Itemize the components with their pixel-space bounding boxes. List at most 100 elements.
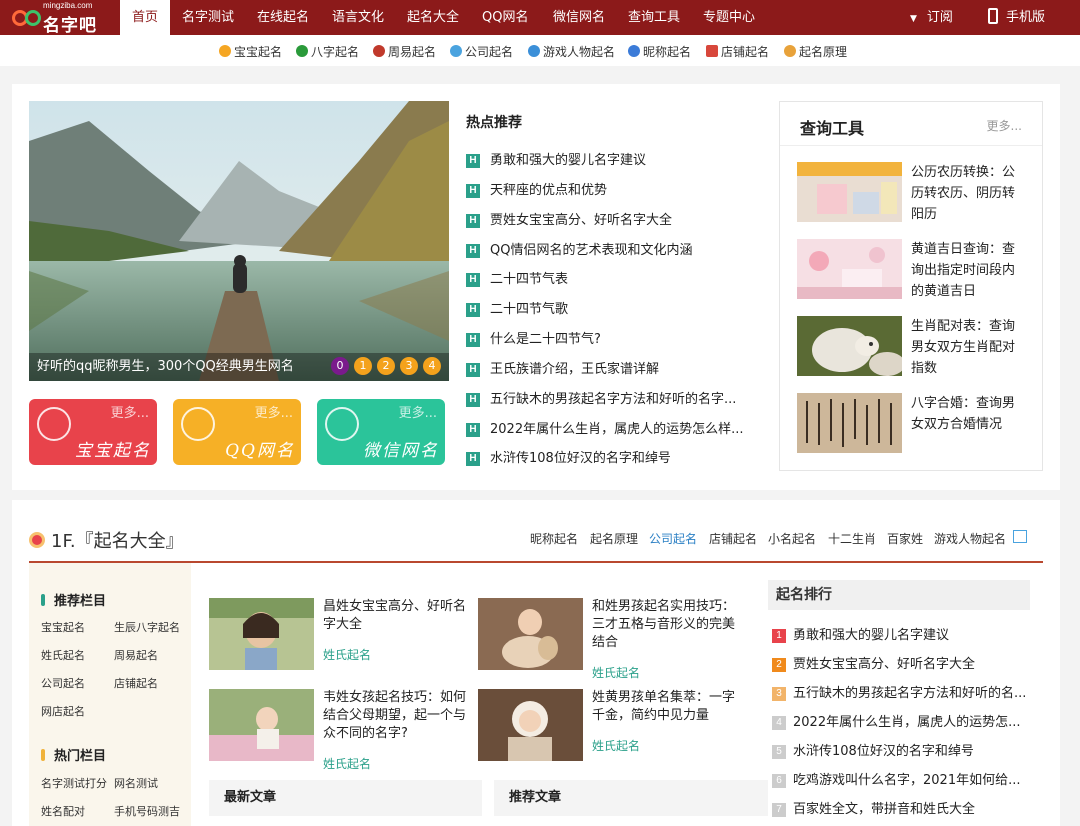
link-zhouyi-naming[interactable]: 周易起名 — [114, 647, 158, 663]
tool-item-bazi-marriage[interactable]: 八字合婚：查询男女双方合婚情况 — [797, 393, 1037, 459]
tab-naming-principles[interactable]: 起名原理 — [590, 530, 638, 547]
recommended-articles-header[interactable]: 推荐文章 — [494, 780, 768, 816]
article-tag[interactable]: 姓氏起名 — [592, 664, 640, 681]
tool-item-calendar-convert[interactable]: 公历农历转换：公历转农历、阴历转阳历 — [797, 162, 1037, 228]
link-nickname-test[interactable]: 网名测试 — [114, 775, 158, 791]
rank-text: 2022年属什么生肖，属虎人的运势怎... — [793, 715, 1021, 730]
tile-wechat-names[interactable]: 更多... 微信网名 — [317, 399, 445, 465]
ranking-item[interactable]: 1 勇敢和强大的婴儿名字建议 — [772, 624, 1034, 643]
slider-dot-2[interactable]: 2 — [377, 357, 395, 375]
hot-item[interactable]: H 2022年属什么生肖，属虎人的运势怎么样... — [466, 420, 756, 440]
subnav-item-company-naming[interactable]: 公司起名 — [450, 43, 513, 60]
nav-item-naming-collection[interactable]: 起名大全 — [407, 0, 459, 35]
subnav-label: 八字起名 — [311, 45, 360, 59]
ranking-item[interactable]: 6 吃鸡游戏叫什么名字，2021年如何给... — [772, 769, 1034, 788]
link-name-match[interactable]: 姓名配对 — [41, 803, 85, 819]
link-online-shop-naming[interactable]: 网店起名 — [41, 703, 85, 719]
hot-item[interactable]: H 王氏族谱介绍，王氏家谱详解 — [466, 360, 756, 380]
ranking-item[interactable]: 5 水浒传108位好汉的名字和绰号 — [772, 740, 1034, 759]
slider-dot-1[interactable]: 1 — [354, 357, 372, 375]
image-slider[interactable]: 好听的qq昵称男生，300个QQ经典男生网名 01234 — [29, 101, 449, 381]
tile-more-link[interactable]: 更多... — [111, 402, 149, 421]
link-phone-number-test[interactable]: 手机号码测吉 — [114, 803, 180, 819]
subnav-item-nickname-naming[interactable]: 昵称起名 — [628, 43, 691, 60]
external-link-icon[interactable] — [1013, 530, 1027, 543]
nav-item-wechat-names[interactable]: 微信网名 — [553, 0, 605, 35]
latest-articles-header[interactable]: 最新文章 — [209, 780, 482, 816]
nav-item-query-tools[interactable]: 查询工具 — [628, 0, 680, 35]
section-title: 1F.『起名大全』 — [51, 531, 184, 552]
link-baby-naming[interactable]: 宝宝起名 — [41, 619, 85, 635]
hot-item[interactable]: H 水浒传108位好汉的名字和绰号 — [466, 449, 756, 469]
article-title[interactable]: 韦姓女孩起名技巧：如何结合父母期望，起一个与众不同的名字? — [323, 689, 469, 743]
link-shop-naming[interactable]: 店铺起名 — [114, 675, 158, 691]
qq-penguin-icon — [181, 407, 215, 441]
link-birth-bazi-naming[interactable]: 生辰八字起名 — [114, 619, 180, 635]
article-card[interactable]: 和姓男孩起名实用技巧：三才五格与音形义的完美结合 姓氏起名 — [478, 598, 736, 684]
tile-baby-naming[interactable]: 更多... 宝宝起名 — [29, 399, 157, 465]
hot-badge-icon: H — [466, 214, 480, 228]
link-surname-naming[interactable]: 姓氏起名 — [41, 647, 85, 663]
article-tag[interactable]: 姓氏起名 — [323, 755, 371, 772]
link-name-score-test[interactable]: 名字测试打分 — [41, 775, 107, 791]
nav-item-topics[interactable]: 专题中心 — [703, 0, 755, 35]
tile-more-link[interactable]: 更多... — [255, 402, 293, 421]
article-card[interactable]: 姓黄男孩单名集萃：一字千金，简约中见力量 姓氏起名 — [478, 689, 736, 775]
tile-more-link[interactable]: 更多... — [399, 402, 437, 421]
infant-photo — [478, 689, 583, 761]
tool-item-zodiac-match[interactable]: 生肖配对表：查询男女双方生肖配对指数 — [797, 316, 1037, 382]
nav-item-language-culture[interactable]: 语言文化 — [332, 0, 384, 35]
tab-company-naming[interactable]: 公司起名 — [649, 530, 697, 547]
hot-item[interactable]: H QQ情侣网名的艺术表现和文化内涵 — [466, 241, 756, 261]
rank-number: 5 — [772, 745, 786, 759]
tab-surnames[interactable]: 百家姓 — [887, 530, 923, 547]
mobile-version-link[interactable]: 手机版 — [988, 0, 1045, 35]
tab-game-character-naming[interactable]: 游戏人物起名 — [934, 530, 1006, 547]
tab-nickname-small[interactable]: 小名起名 — [768, 530, 816, 547]
hot-item[interactable]: H 二十四节气歌 — [466, 300, 756, 320]
ranking-item[interactable]: 2 贾姓女宝宝高分、好听名字大全 — [772, 653, 1034, 672]
article-title[interactable]: 昌姓女宝宝高分、好听名字大全 — [323, 598, 469, 634]
subnav-item-shop-naming[interactable]: 店铺起名 — [706, 43, 769, 60]
hot-item[interactable]: H 什么是二十四节气? — [466, 330, 756, 350]
subnav-item-zhouyi-naming[interactable]: 周易起名 — [373, 43, 436, 60]
site-logo[interactable]: mingziba.com 名字吧 — [12, 1, 112, 36]
slider-dot-4[interactable]: 4 — [423, 357, 441, 375]
slider-dot-3[interactable]: 3 — [400, 357, 418, 375]
rank-number: 3 — [772, 687, 786, 701]
slider-dot-0[interactable]: 0 — [331, 357, 349, 375]
article-card[interactable]: 韦姓女孩起名技巧：如何结合父母期望，起一个与众不同的名字? 姓氏起名 — [209, 689, 467, 775]
tools-more-link[interactable]: 更多... — [987, 117, 1022, 134]
nav-item-name-test[interactable]: 名字测试 — [182, 0, 234, 35]
subnav-item-naming-principles[interactable]: 起名原理 — [784, 43, 847, 60]
hot-item[interactable]: H 天秤座的优点和优势 — [466, 181, 756, 201]
nav-item-qq-names[interactable]: QQ网名 — [482, 0, 528, 35]
tab-shop-naming[interactable]: 店铺起名 — [709, 530, 757, 547]
query-tools-panel: 查询工具 更多... 公历农历转换：公历转农历、阴历转阳历 黄道吉日查询：查询出… — [779, 101, 1043, 471]
tab-nickname[interactable]: 昵称起名 — [530, 530, 578, 547]
hot-item[interactable]: H 二十四节气表 — [466, 270, 756, 290]
subnav-item-bazi-naming[interactable]: 八字起名 — [296, 43, 359, 60]
article-title[interactable]: 和姓男孩起名实用技巧：三才五格与音形义的完美结合 — [592, 598, 738, 652]
tab-zodiac[interactable]: 十二生肖 — [828, 530, 876, 547]
article-title[interactable]: 姓黄男孩单名集萃：一字千金，简约中见力量 — [592, 689, 738, 725]
tile-qq-names[interactable]: 更多... QQ网名 — [173, 399, 301, 465]
link-company-naming[interactable]: 公司起名 — [41, 675, 85, 691]
article-card[interactable]: 昌姓女宝宝高分、好听名字大全 姓氏起名 — [209, 598, 467, 684]
nav-item-home[interactable]: 首页 — [120, 0, 170, 35]
article-tag[interactable]: 姓氏起名 — [323, 646, 371, 663]
subnav-label: 游戏人物起名 — [543, 45, 616, 59]
ranking-item[interactable]: 7 百家姓全文，带拼音和姓氏大全 — [772, 798, 1034, 817]
hot-item[interactable]: H 五行缺木的男孩起名字方法和好听的名字... — [466, 390, 756, 410]
hot-badge-icon: H — [466, 303, 480, 317]
hot-item[interactable]: H 勇敢和强大的婴儿名字建议 — [466, 151, 756, 171]
tool-item-auspicious-day[interactable]: 黄道吉日查询：查询出指定时间段内的黄道吉日 — [797, 239, 1037, 305]
ranking-item[interactable]: 3 五行缺木的男孩起名字方法和好听的名... — [772, 682, 1034, 701]
ranking-item[interactable]: 4 2022年属什么生肖，属虎人的运势怎... — [772, 711, 1034, 730]
article-tag[interactable]: 姓氏起名 — [592, 737, 640, 754]
subnav-item-baby-naming[interactable]: 宝宝起名 — [219, 43, 282, 60]
subnav-item-game-naming[interactable]: 游戏人物起名 — [528, 43, 615, 60]
hot-item[interactable]: H 贾姓女宝宝高分、好听名字大全 — [466, 211, 756, 231]
subscribe-link[interactable]: ▼ 订阅 — [910, 0, 953, 35]
nav-item-online-naming[interactable]: 在线起名 — [257, 0, 309, 35]
